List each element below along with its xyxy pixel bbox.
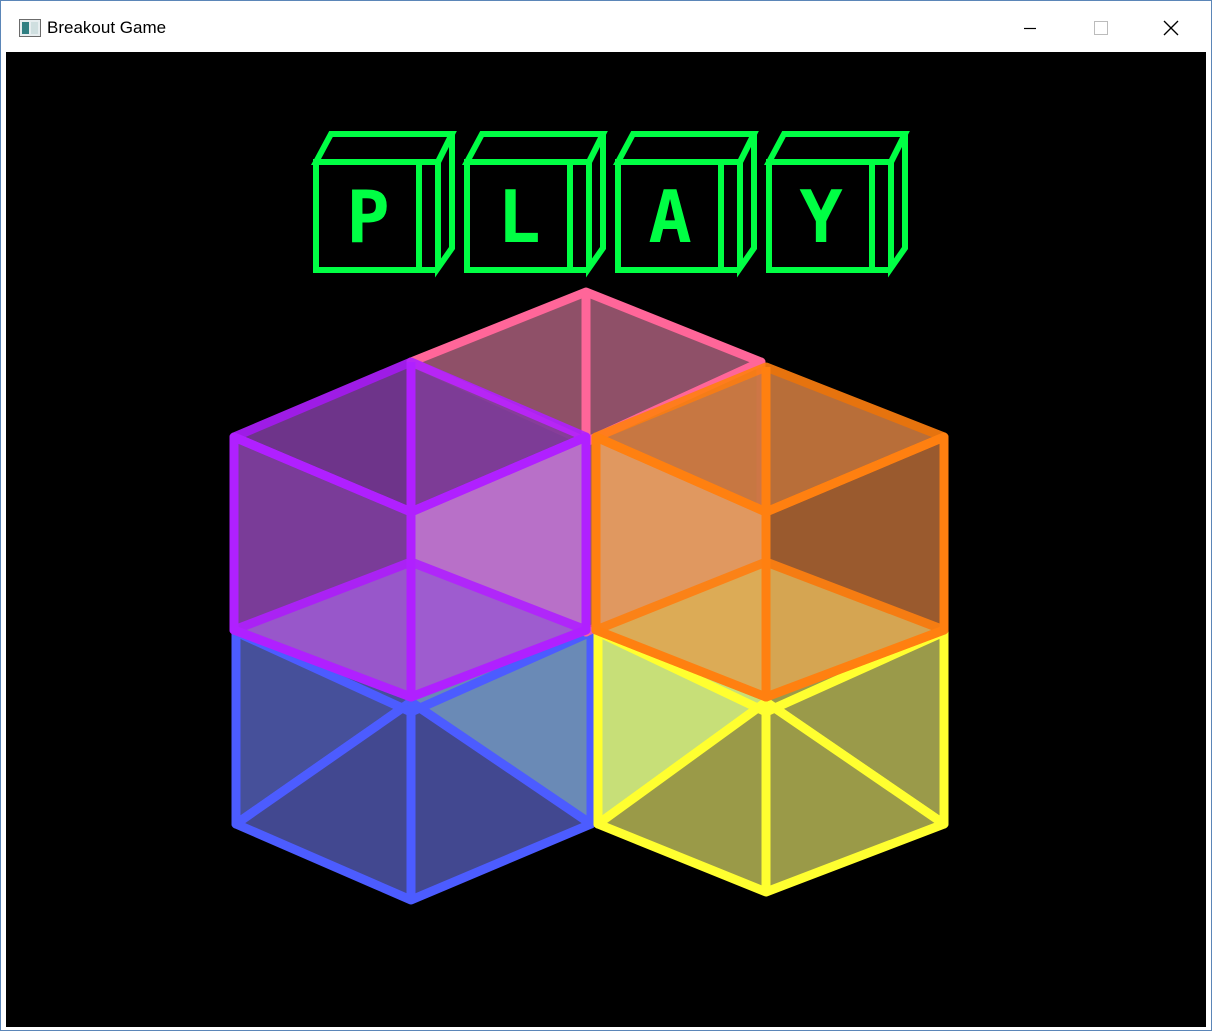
cube-artwork xyxy=(229,287,949,905)
maximize-icon xyxy=(1094,21,1108,35)
title-bar[interactable]: Breakout Game xyxy=(1,1,1211,51)
play-button[interactable]: P L A Y xyxy=(310,131,910,278)
play-tile-a[interactable]: A xyxy=(612,131,759,278)
play-letter-a: A xyxy=(648,175,691,259)
minimize-button[interactable] xyxy=(995,1,1065,51)
app-window: Breakout Game P L A Y xyxy=(0,0,1212,1031)
game-scene: P L A Y xyxy=(229,131,949,905)
window-title: Breakout Game xyxy=(47,18,167,37)
close-button[interactable] xyxy=(1135,1,1205,51)
purple-cube xyxy=(229,357,591,702)
maximize-button[interactable] xyxy=(1065,1,1135,51)
minimize-icon xyxy=(1024,27,1036,30)
play-tile-p[interactable]: P xyxy=(310,131,457,278)
play-tile-y[interactable]: Y xyxy=(763,131,910,278)
play-letter-y: Y xyxy=(799,175,843,259)
play-letter-p: P xyxy=(346,175,389,259)
orange-cube xyxy=(591,362,949,702)
play-letter-l: L xyxy=(497,175,540,259)
game-canvas[interactable]: P L A Y xyxy=(6,52,1206,1027)
app-window-icon xyxy=(19,19,41,37)
close-icon xyxy=(1163,20,1179,36)
play-tile-l[interactable]: L xyxy=(461,131,608,278)
